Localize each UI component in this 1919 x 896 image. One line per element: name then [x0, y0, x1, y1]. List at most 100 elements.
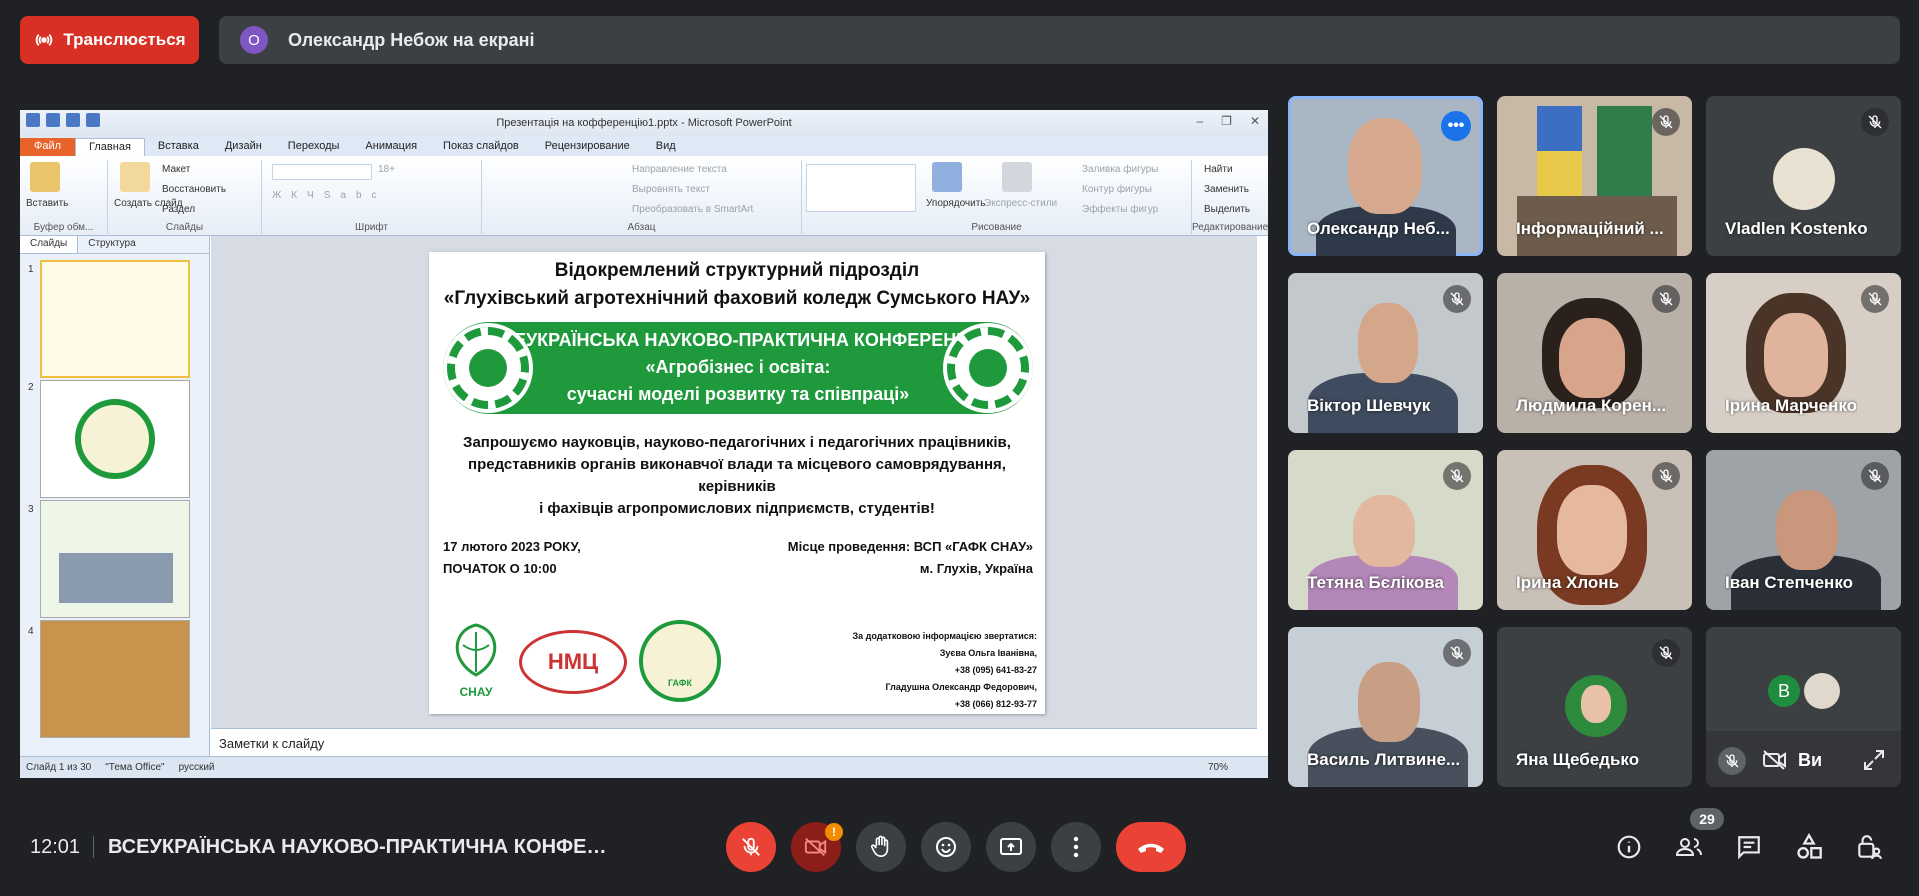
chat-button[interactable] — [1734, 832, 1764, 862]
raise-hand-button[interactable] — [856, 822, 906, 872]
activities-button[interactable] — [1794, 832, 1824, 862]
close-icon[interactable]: ✕ — [1250, 114, 1260, 128]
minimize-icon[interactable]: – — [1196, 114, 1203, 128]
layout-button[interactable]: Макет — [162, 164, 190, 175]
slide-thumbnail-1[interactable] — [40, 260, 190, 378]
expand-icon[interactable] — [1863, 749, 1885, 771]
smartart-button[interactable]: Преобразовать в SmartArt — [632, 204, 753, 215]
shape-fill-button[interactable]: Заливка фигуры — [1082, 164, 1158, 175]
section-button[interactable]: Раздел — [162, 204, 195, 215]
reactions-button[interactable] — [921, 822, 971, 872]
current-slide[interactable]: Відокремлений структурний підрозділ «Глу… — [429, 252, 1045, 714]
zoom-level[interactable]: 70% — [1208, 762, 1228, 773]
participant-face — [1358, 303, 1418, 383]
participant-tile[interactable]: Ірина Хлонь — [1497, 450, 1692, 610]
slide-thumbnail-4[interactable] — [40, 620, 190, 738]
participants-button[interactable] — [1674, 832, 1704, 862]
font-size-field[interactable]: 18+ — [378, 164, 395, 175]
tab-insert[interactable]: Вставка — [145, 138, 212, 156]
restore-icon[interactable]: ❐ — [1221, 114, 1232, 128]
participant-tile[interactable]: Людмила Корен... — [1497, 273, 1692, 433]
participant-tile[interactable]: Іван Степченко — [1706, 450, 1901, 610]
font-format-buttons[interactable]: ЖКЧSabc — [272, 190, 387, 201]
font-name-field[interactable] — [272, 164, 372, 180]
divider — [93, 836, 94, 858]
host-controls-button[interactable] — [1854, 832, 1884, 862]
participant-tile[interactable]: Тетяна Бєлікова — [1288, 450, 1483, 610]
shapes-gallery[interactable] — [806, 164, 916, 212]
notes-field[interactable]: Заметки к слайду — [211, 728, 1257, 756]
quick-styles-icon[interactable] — [1002, 162, 1032, 192]
arrange-icon[interactable] — [932, 162, 962, 192]
paste-button[interactable]: Вставить — [26, 198, 68, 209]
more-options-icon[interactable]: ••• — [1441, 111, 1471, 141]
mic-off-icon — [1443, 285, 1471, 313]
camera-off-icon[interactable] — [1762, 749, 1788, 771]
participant-tile[interactable]: ••• Олександр Неб... — [1288, 96, 1483, 256]
quick-styles-button[interactable]: Экспресс-стили — [984, 198, 1057, 209]
tab-slides[interactable]: Слайды — [20, 236, 79, 253]
mic-off-icon — [1861, 462, 1889, 490]
tab-transitions[interactable]: Переходы — [275, 138, 353, 156]
tab-animation[interactable]: Анимация — [352, 138, 430, 156]
slide-thumbnail-2[interactable] — [40, 380, 190, 498]
live-streaming-button[interactable]: Транслюється — [20, 16, 199, 64]
tab-home[interactable]: Главная — [75, 138, 145, 156]
present-screen-button[interactable] — [986, 822, 1036, 872]
slide-number: 1 — [28, 264, 34, 275]
tab-outline[interactable]: Структура — [78, 236, 145, 253]
live-label: Транслюється — [63, 30, 186, 49]
participant-tile[interactable]: Василь Литвине... — [1288, 627, 1483, 787]
ribbon-tabs: Файл Главная Вставка Дизайн Переходы Ани… — [20, 136, 1268, 156]
group-drawing: Упорядочить Экспресс-стили Заливка фигур… — [802, 160, 1192, 234]
participant-tile[interactable]: Яна Щебедько — [1497, 627, 1692, 787]
shape-effects-button[interactable]: Эффекты фигур — [1082, 204, 1158, 215]
flag-ukraine-yellow — [1537, 151, 1582, 196]
contact-line-1: За додатковою інформацією звертатися: — [852, 631, 1037, 641]
mic-off-icon[interactable] — [1718, 747, 1746, 775]
ppt-status-bar: Слайд 1 из 30 "Тема Office" русский 70% — [20, 756, 1268, 778]
reset-button[interactable]: Восстановить — [162, 184, 226, 195]
group-label-font: Шрифт — [355, 222, 388, 233]
align-text-button[interactable]: Выровнять текст — [632, 184, 710, 195]
mic-toggle-button[interactable] — [726, 822, 776, 872]
camera-off-icon — [804, 838, 827, 856]
slide-number: 3 — [28, 504, 34, 515]
replace-button[interactable]: Заменить — [1204, 184, 1249, 195]
shape-outline-button[interactable]: Контур фигуры — [1082, 184, 1152, 195]
participant-name: Тетяна Бєлікова — [1307, 573, 1444, 592]
slide-thumbnail-3[interactable] — [40, 500, 190, 618]
slide-editor: Відокремлений структурний підрозділ «Глу… — [211, 236, 1257, 728]
tab-slideshow[interactable]: Показ слайдов — [430, 138, 532, 156]
contact-line-2: Зуєва Ольга Іванівна, — [939, 648, 1037, 658]
tab-design[interactable]: Дизайн — [212, 138, 275, 156]
mic-off-icon — [742, 837, 760, 856]
paste-icon[interactable] — [30, 162, 60, 192]
participant-face — [1764, 313, 1828, 397]
group-clipboard: Вставить Буфер обм... — [20, 160, 108, 234]
tab-view[interactable]: Вид — [643, 138, 689, 156]
participant-tile[interactable]: Ірина Марченко — [1706, 273, 1901, 433]
slide-number: 4 — [28, 626, 34, 637]
tab-review[interactable]: Рецензирование — [532, 138, 643, 156]
arrange-button[interactable]: Упорядочить — [926, 198, 986, 209]
participant-tile[interactable]: Інформаційний ... — [1497, 96, 1692, 256]
mic-off-icon — [1652, 639, 1680, 667]
invitation-line-2: представників органів виконавчої влади т… — [468, 456, 1006, 495]
participant-name: Ірина Хлонь — [1516, 573, 1620, 592]
snau-logo-text: СНАУ — [459, 685, 493, 699]
participant-tile[interactable]: Віктор Шевчук — [1288, 273, 1483, 433]
more-options-button[interactable] — [1051, 822, 1101, 872]
others-and-self-tile[interactable]: В Ви — [1706, 627, 1901, 787]
participant-tile[interactable]: Vladlen Kostenko — [1706, 96, 1901, 256]
participant-face — [1348, 118, 1422, 214]
leave-call-button[interactable] — [1116, 822, 1186, 872]
select-button[interactable]: Выделить — [1204, 204, 1250, 215]
slide-heading-2: «Глухівський агротехнічний фаховий колед… — [443, 288, 1031, 309]
tab-file[interactable]: Файл — [20, 138, 76, 156]
find-button[interactable]: Найти — [1204, 164, 1233, 175]
text-direction-button[interactable]: Направление текста — [632, 164, 727, 175]
new-slide-icon[interactable] — [120, 162, 150, 192]
meeting-details-button[interactable] — [1614, 832, 1644, 862]
contact-line-5: +38 (066) 812-93-77 — [954, 699, 1037, 709]
